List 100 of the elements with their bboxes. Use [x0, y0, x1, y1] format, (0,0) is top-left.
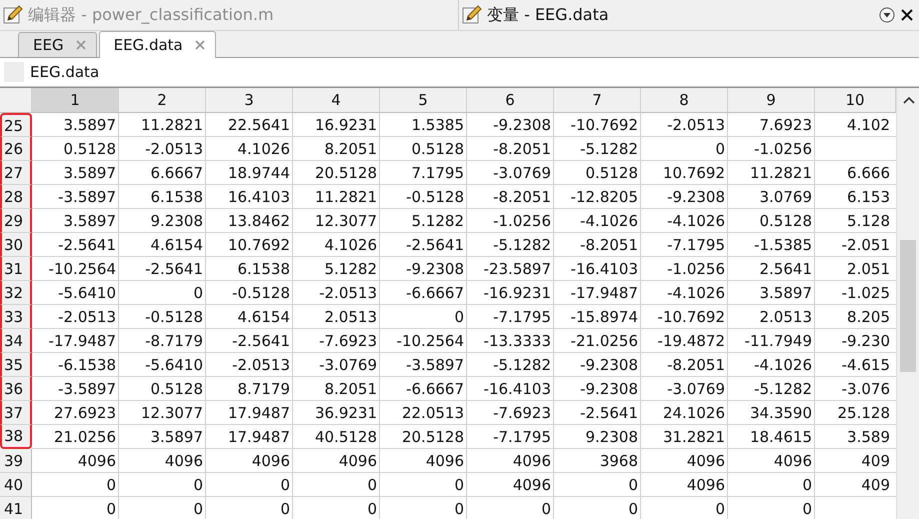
- table-cell: -2.5641: [554, 401, 641, 425]
- table-cell: -5.6410: [119, 353, 206, 377]
- row-header[interactable]: 35: [0, 353, 32, 377]
- row-header[interactable]: 41: [0, 497, 32, 519]
- table-cell: 4096: [206, 449, 293, 473]
- row-header[interactable]: 30: [0, 233, 32, 257]
- column-header[interactable]: 9: [728, 88, 815, 113]
- row-header[interactable]: 27: [0, 161, 32, 185]
- table-cell: 0.5128: [554, 161, 641, 185]
- table-cell: 21.0256: [32, 425, 119, 449]
- row-header[interactable]: 25: [0, 113, 32, 137]
- panel-title[interactable]: 变量 - EEG.data: [487, 4, 609, 26]
- table-cell: -4.1026: [641, 209, 728, 233]
- column-header[interactable]: 8: [641, 88, 728, 113]
- pencil-icon: [3, 5, 23, 25]
- scrollbar-thumb[interactable]: [900, 240, 916, 372]
- table-cell: -2.0513: [119, 137, 206, 161]
- table-cell: 1.5385: [380, 113, 467, 137]
- row-header[interactable]: 33: [0, 305, 32, 329]
- row-header[interactable]: 39: [0, 449, 32, 473]
- table-cell: 22.0513: [380, 401, 467, 425]
- table-cell: -10.2564: [32, 257, 119, 281]
- table-cell: -9.2308: [554, 353, 641, 377]
- table-cell: 0: [554, 497, 641, 519]
- table-cell: -2.0513: [206, 353, 293, 377]
- table-cell: 0: [293, 473, 380, 497]
- dropdown-icon[interactable]: [879, 7, 895, 23]
- table-cell: 34.3590: [728, 401, 815, 425]
- pencil-icon: [462, 5, 482, 25]
- table-cell: -7.1795: [467, 425, 554, 449]
- table-cell: 5.1282: [293, 257, 380, 281]
- table-cell: -4.1026: [641, 281, 728, 305]
- table-cell: 3968: [554, 449, 641, 473]
- row-header[interactable]: 29: [0, 209, 32, 233]
- column-header[interactable]: 4: [293, 88, 380, 113]
- table-cell: 27.6923: [32, 401, 119, 425]
- tab[interactable]: EEG.data: [98, 31, 216, 58]
- table-cell: -8.2051: [467, 185, 554, 209]
- table-cell: -9.2308: [380, 257, 467, 281]
- row-header[interactable]: 28: [0, 185, 32, 209]
- table-cell: -1.5385: [728, 233, 815, 257]
- tab[interactable]: EEG: [18, 32, 97, 57]
- table-cell: 13.8462: [206, 209, 293, 233]
- table-cell: -3.0769: [293, 353, 380, 377]
- table-cell: -12.8205: [554, 185, 641, 209]
- table-cell: -13.3333: [467, 329, 554, 353]
- scrollbar[interactable]: [896, 88, 919, 519]
- table-cell: 0.5128: [728, 209, 815, 233]
- table-cell: -3.0769: [467, 161, 554, 185]
- table-cell: -2.5641: [206, 329, 293, 353]
- table-cell: 4096: [728, 449, 815, 473]
- table-cell: -10.2564: [380, 329, 467, 353]
- table-cell: 0: [206, 497, 293, 519]
- table-cell: 0: [641, 497, 728, 519]
- column-header[interactable]: 5: [380, 88, 467, 113]
- table-cell: -3.5897: [32, 377, 119, 401]
- table-cell: 24.1026: [641, 401, 728, 425]
- row-header[interactable]: 32: [0, 281, 32, 305]
- table-cell: -5.6410: [32, 281, 119, 305]
- table-cell: 4096: [32, 449, 119, 473]
- table-cell: 3.5897: [32, 113, 119, 137]
- table-cell: -23.5897: [467, 257, 554, 281]
- table-cell: -0.5128: [119, 305, 206, 329]
- table-cell: -7.1795: [467, 305, 554, 329]
- row-header[interactable]: 34: [0, 329, 32, 353]
- row-header[interactable]: 31: [0, 257, 32, 281]
- table-cell: 20.5128: [293, 161, 380, 185]
- table-corner[interactable]: [0, 88, 32, 113]
- table-cell: -10.7692: [554, 113, 641, 137]
- row-header[interactable]: 40: [0, 473, 32, 497]
- table-cell: -1.0256: [641, 257, 728, 281]
- table-cell: 4.6154: [119, 233, 206, 257]
- table-cell: 4.1026: [206, 137, 293, 161]
- column-header[interactable]: 7: [554, 88, 641, 113]
- table-cell: -17.9487: [554, 281, 641, 305]
- table-cell: 0: [32, 497, 119, 519]
- row-header[interactable]: 37: [0, 401, 32, 425]
- table-cell: 4096: [467, 449, 554, 473]
- column-header[interactable]: 2: [119, 88, 206, 113]
- close-icon[interactable]: [901, 9, 913, 21]
- table-cell: 4096: [380, 449, 467, 473]
- row-header[interactable]: 26: [0, 137, 32, 161]
- table-cell: -5.1282: [728, 377, 815, 401]
- table-cell: 8.2051: [293, 137, 380, 161]
- table-cell: 4.6154: [206, 305, 293, 329]
- table-cell: 0.5128: [32, 137, 119, 161]
- column-header[interactable]: 3: [206, 88, 293, 113]
- table-cell: -8.2051: [641, 353, 728, 377]
- table-cell: 10.7692: [206, 233, 293, 257]
- row-header[interactable]: 38: [0, 425, 32, 449]
- table-cell: 3.5897: [119, 425, 206, 449]
- table-cell: 9.2308: [554, 425, 641, 449]
- table-cell: 12.3077: [119, 401, 206, 425]
- table-cell: -0.5128: [380, 185, 467, 209]
- table-cell: -3.5897: [32, 185, 119, 209]
- column-header[interactable]: 1: [32, 88, 119, 113]
- column-header[interactable]: 6: [467, 88, 554, 113]
- row-header[interactable]: 36: [0, 377, 32, 401]
- column-header[interactable]: 10: [815, 88, 896, 113]
- table-cell: -5.1282: [554, 137, 641, 161]
